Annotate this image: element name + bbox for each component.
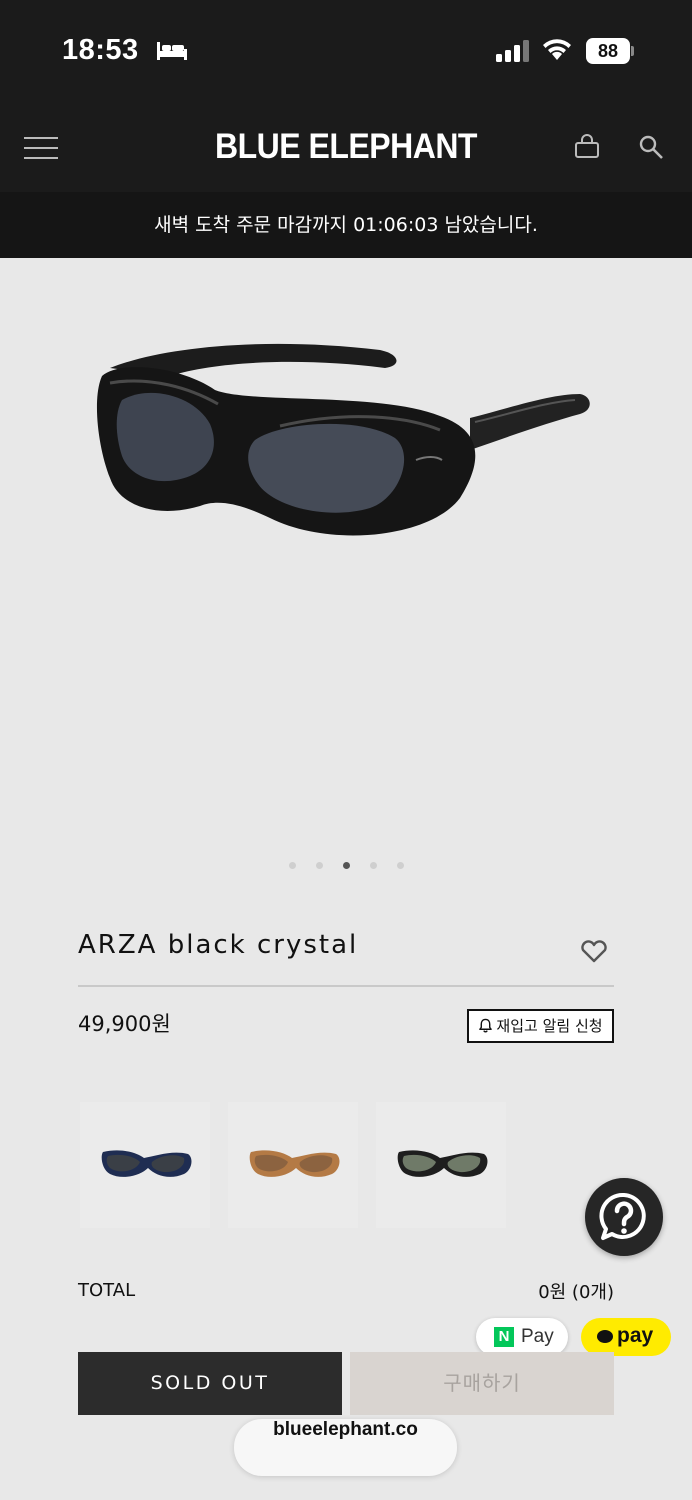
kakao-pay-button[interactable]: pay <box>581 1318 671 1356</box>
status-bar: 18:53 88 <box>0 0 692 100</box>
product-gallery[interactable] <box>0 258 692 898</box>
gallery-dot[interactable] <box>288 862 296 869</box>
total-label: TOTAL <box>78 1280 136 1301</box>
bell-icon <box>479 1018 493 1033</box>
sunglasses-thumbnail <box>397 1150 488 1177</box>
battery-level: 88 <box>586 38 630 64</box>
buy-button[interactable]: 구매하기 <box>350 1352 614 1415</box>
question-chat-icon <box>599 1192 646 1240</box>
battery-icon: 88 <box>586 38 634 64</box>
delivery-deadline-banner: 새벽 도착 주문 마감까지 01:06:03 남았습니다. <box>0 192 692 258</box>
wifi-icon <box>543 39 571 60</box>
product-price: 49,900원 <box>78 1012 171 1036</box>
naver-logo-icon: N <box>494 1327 514 1347</box>
gallery-dot-active[interactable] <box>342 862 350 869</box>
color-option-brown[interactable] <box>228 1102 358 1228</box>
site-header: BLUE ELEPHANT <box>0 100 692 192</box>
heart-icon[interactable] <box>580 940 608 964</box>
search-icon[interactable] <box>638 134 664 160</box>
gallery-dot[interactable] <box>315 862 323 869</box>
product-image <box>96 343 590 536</box>
status-time: 18:53 <box>62 34 139 66</box>
bed-icon <box>157 42 187 60</box>
product-title: ARZA black crystal <box>78 930 359 960</box>
kakao-pay-label: pay <box>617 1324 654 1347</box>
total-value: 0원 (0개) <box>538 1282 614 1303</box>
sunglasses-thumbnail <box>249 1150 340 1177</box>
gallery-pagination[interactable] <box>0 854 692 873</box>
sunglasses-thumbnail <box>101 1150 192 1177</box>
gallery-dot[interactable] <box>369 862 377 869</box>
color-option-black-green[interactable] <box>376 1102 506 1228</box>
title-divider <box>78 985 614 987</box>
naver-pay-label: Pay <box>521 1326 554 1347</box>
shopping-bag-icon[interactable] <box>574 134 600 160</box>
gallery-dot[interactable] <box>396 862 404 869</box>
naver-pay-button[interactable]: N Pay <box>476 1318 568 1356</box>
restock-alert-label: 재입고 알림 신청 <box>496 1017 603 1035</box>
color-options <box>80 1102 580 1228</box>
color-option-navy[interactable] <box>80 1102 210 1228</box>
help-chat-button[interactable] <box>585 1178 663 1256</box>
browser-url-bar[interactable]: blueelephant.co <box>234 1419 457 1476</box>
sold-out-button[interactable]: SOLD OUT <box>78 1352 342 1415</box>
kakao-talk-icon <box>597 1330 613 1343</box>
signal-icon <box>496 40 529 62</box>
restock-alert-button[interactable]: 재입고 알림 신청 <box>467 1009 614 1043</box>
